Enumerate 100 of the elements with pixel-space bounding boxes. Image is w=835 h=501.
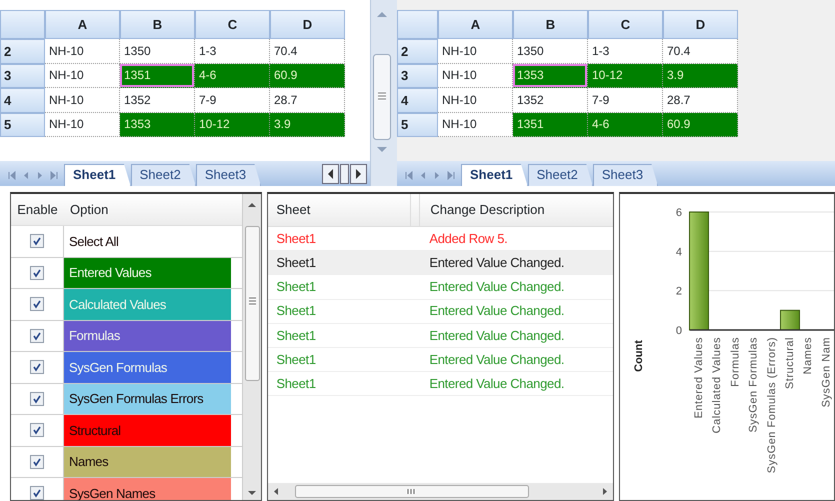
option-label[interactable]: SysGen Formulas (64, 352, 231, 382)
column-header[interactable]: C (195, 10, 270, 39)
row-header[interactable]: 4 (0, 88, 45, 112)
scrollbar-thumb[interactable] (372, 54, 390, 140)
column-header[interactable]: B (513, 10, 588, 39)
option-label[interactable]: Names (64, 446, 231, 477)
column-header[interactable]: D (663, 10, 738, 39)
right-arrow-icon[interactable] (433, 171, 441, 180)
table-cell[interactable]: Sheet1 (268, 228, 412, 248)
checkbox[interactable] (30, 423, 44, 438)
checkbox[interactable] (30, 234, 44, 248)
checkbox[interactable] (30, 328, 44, 343)
sheet-tab[interactable]: Sheet1 (64, 164, 131, 186)
row-header[interactable]: 3 (397, 64, 438, 88)
row-header[interactable]: 4 (397, 88, 438, 112)
skip-start-icon[interactable] (405, 171, 413, 180)
table-cell[interactable]: Sheet1 (268, 277, 412, 297)
table-cell[interactable]: 60.9 (663, 112, 738, 137)
table-cell[interactable]: NH-10 (45, 39, 120, 64)
checkbox[interactable] (30, 486, 44, 500)
table-cell[interactable]: 1353 (120, 112, 195, 137)
column-header[interactable]: D (270, 10, 345, 39)
horizontal-scrollbar[interactable] (268, 483, 613, 500)
table-cell[interactable]: 3.9 (663, 64, 738, 88)
table-cell[interactable]: Entered Value Changed. (411, 350, 564, 370)
table-cell[interactable]: NH-10 (45, 88, 120, 112)
left-arrow-icon[interactable] (22, 171, 30, 180)
table-cell[interactable]: 60.9 (270, 64, 345, 88)
table-cell[interactable]: Entered Value Changed. (411, 326, 564, 346)
table-cell[interactable]: 1351 (120, 64, 195, 88)
row-header[interactable]: 2 (397, 39, 438, 64)
table-cell[interactable]: NH-10 (45, 64, 120, 88)
table-cell[interactable]: Sheet1 (268, 350, 412, 370)
column-header[interactable]: A (438, 10, 513, 39)
table-cell[interactable]: 1-3 (195, 39, 270, 64)
option-label[interactable]: SysGen Names (64, 478, 231, 500)
sheet-tab[interactable]: Sheet2 (528, 164, 593, 186)
checkbox[interactable] (30, 297, 44, 312)
table-cell[interactable]: NH-10 (438, 112, 513, 137)
skip-start-icon[interactable] (8, 171, 16, 180)
skip-end-icon[interactable] (50, 171, 58, 180)
table-cell[interactable]: Added Row 5. (411, 228, 508, 248)
sheet-tab[interactable]: Sheet2 (130, 164, 196, 186)
column-header[interactable]: C (588, 10, 663, 39)
table-cell[interactable]: Entered Value Changed. (411, 253, 564, 273)
option-label[interactable]: Structural (64, 415, 231, 446)
table-cell[interactable]: Entered Value Changed. (411, 374, 564, 394)
table-cell[interactable]: Sheet1 (268, 301, 412, 321)
table-cell[interactable]: Entered Value Changed. (411, 301, 564, 321)
table-cell[interactable]: 4-6 (588, 112, 663, 137)
table-cell[interactable]: 70.4 (270, 39, 345, 64)
corner-header[interactable] (397, 10, 438, 39)
table-cell[interactable]: 3.9 (270, 112, 345, 137)
corner-header[interactable] (0, 10, 45, 39)
row-header[interactable]: 2 (0, 39, 45, 64)
down-arrow-icon[interactable] (248, 490, 256, 496)
row-header[interactable]: 5 (0, 112, 45, 137)
table-cell[interactable]: Sheet1 (268, 253, 412, 273)
table-cell[interactable]: 10-12 (588, 64, 663, 88)
table-cell[interactable]: 1352 (513, 88, 588, 112)
table-cell[interactable]: NH-10 (438, 88, 513, 112)
table-cell[interactable]: NH-10 (45, 112, 120, 137)
column-header[interactable]: A (45, 10, 120, 39)
table-cell[interactable]: Entered Value Changed. (411, 277, 564, 297)
table-cell[interactable]: 1351 (513, 112, 588, 137)
table-cell[interactable]: 7-9 (588, 88, 663, 112)
sheet-tab[interactable]: Sheet1 (461, 164, 528, 186)
table-cell[interactable]: 7-9 (195, 88, 270, 112)
column-header[interactable]: B (120, 10, 195, 39)
row-header[interactable]: 5 (397, 112, 438, 137)
option-label[interactable]: SysGen Formulas Errors (64, 384, 231, 414)
sheet-tab[interactable]: Sheet3 (196, 164, 262, 186)
table-cell[interactable]: 1350 (513, 39, 588, 64)
table-cell[interactable]: Sheet1 (268, 326, 412, 346)
table-cell[interactable]: Sheet1 (268, 374, 412, 394)
sheet-tab[interactable]: Sheet3 (592, 164, 658, 186)
right-arrow-icon[interactable] (36, 171, 44, 180)
table-cell[interactable]: 4-6 (195, 64, 270, 88)
table-cell[interactable]: 1353 (513, 64, 588, 88)
up-arrow-icon[interactable] (248, 202, 256, 208)
checkbox[interactable] (30, 360, 44, 374)
table-cell[interactable]: NH-10 (438, 64, 513, 88)
table-cell[interactable]: NH-10 (438, 39, 513, 64)
table-cell[interactable]: 1350 (120, 39, 195, 64)
table-cell[interactable]: 28.7 (270, 88, 345, 112)
option-label[interactable]: Entered Values (64, 258, 231, 288)
table-cell[interactable]: 1352 (120, 88, 195, 112)
option-label[interactable]: Formulas (64, 320, 231, 351)
table-cell[interactable]: 10-12 (195, 112, 270, 137)
table-cell[interactable]: 70.4 (663, 39, 738, 64)
row-header[interactable]: 3 (0, 64, 45, 88)
checkbox[interactable] (30, 266, 44, 280)
horizontal-scroll-controls-drawing[interactable] (322, 164, 368, 184)
table-cell[interactable]: 1-3 (588, 39, 663, 64)
left-arrow-icon[interactable] (419, 171, 427, 180)
checkbox[interactable] (30, 392, 44, 406)
checkbox[interactable] (30, 454, 44, 469)
vertical-scrollbar[interactable] (370, 0, 392, 186)
skip-end-icon[interactable] (447, 171, 455, 180)
scrollbar-thumb[interactable] (244, 226, 260, 381)
